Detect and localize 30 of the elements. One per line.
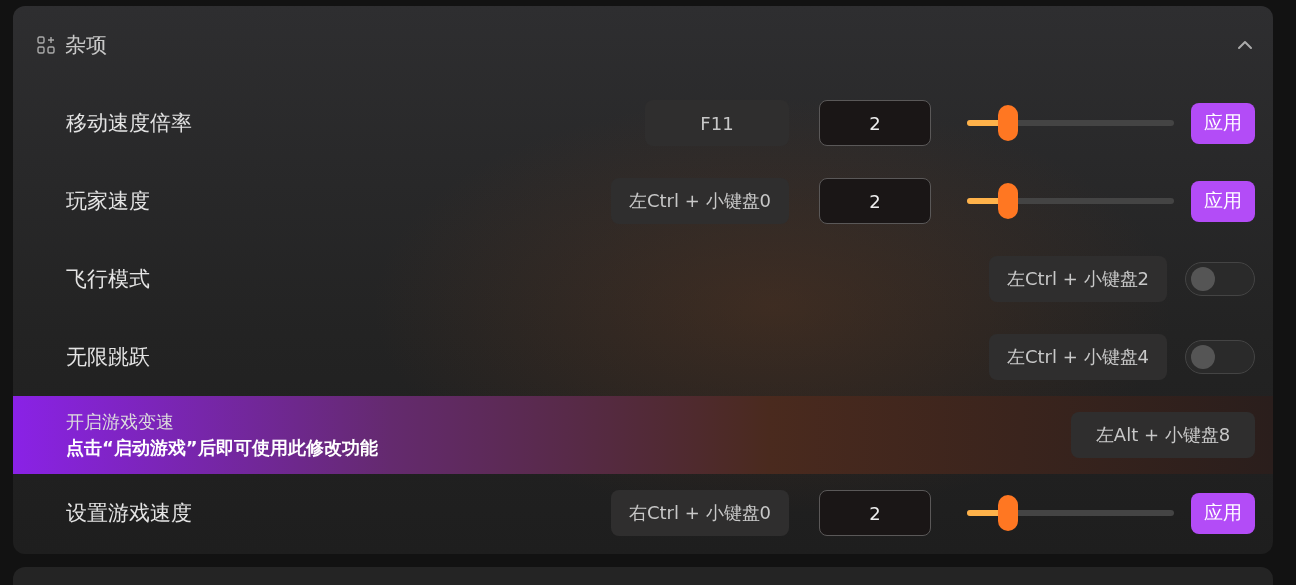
notice-title: 开启游戏变速: [66, 410, 175, 434]
slider[interactable]: [967, 183, 1174, 219]
apps-add-icon: [37, 36, 55, 54]
notice-message: 点击“启动游戏”后即可使用此修改功能: [66, 436, 378, 460]
setting-label: 飞行模式: [66, 266, 150, 293]
hotkey-button[interactable]: 左Ctrl + 小键盘2: [989, 256, 1167, 302]
setting-label: 设置游戏速度: [66, 500, 192, 527]
chevron-icon[interactable]: [1237, 40, 1253, 50]
value-input[interactable]: 2: [819, 178, 931, 224]
hotkey-button[interactable]: F11: [645, 100, 789, 146]
toggle-switch[interactable]: [1185, 340, 1255, 374]
apply-button[interactable]: 应用: [1191, 102, 1255, 144]
toggle-switch[interactable]: [1185, 262, 1255, 296]
slider[interactable]: [967, 105, 1174, 141]
hotkey-button[interactable]: 左Ctrl + 小键盘4: [989, 334, 1167, 380]
slider[interactable]: [967, 495, 1174, 531]
setting-label: 玩家速度: [66, 188, 150, 215]
hotkey-button[interactable]: 左Ctrl + 小键盘0: [611, 178, 789, 224]
section-title: 杂项: [65, 32, 107, 59]
hotkey-button[interactable]: 左Alt + 小键盘8: [1071, 412, 1255, 458]
apply-button[interactable]: 应用: [1191, 180, 1255, 222]
value-input[interactable]: 2: [819, 100, 931, 146]
slider-thumb[interactable]: [998, 183, 1019, 219]
apply-button[interactable]: 应用: [1191, 492, 1255, 534]
slider-thumb[interactable]: [998, 105, 1019, 141]
setting-label: 移动速度倍率: [66, 110, 192, 137]
slider-thumb[interactable]: [998, 495, 1019, 531]
setting-label: 无限跳跃: [66, 344, 150, 371]
hotkey-button[interactable]: 右Ctrl + 小键盘0: [611, 490, 789, 536]
value-input[interactable]: 2: [819, 490, 931, 536]
